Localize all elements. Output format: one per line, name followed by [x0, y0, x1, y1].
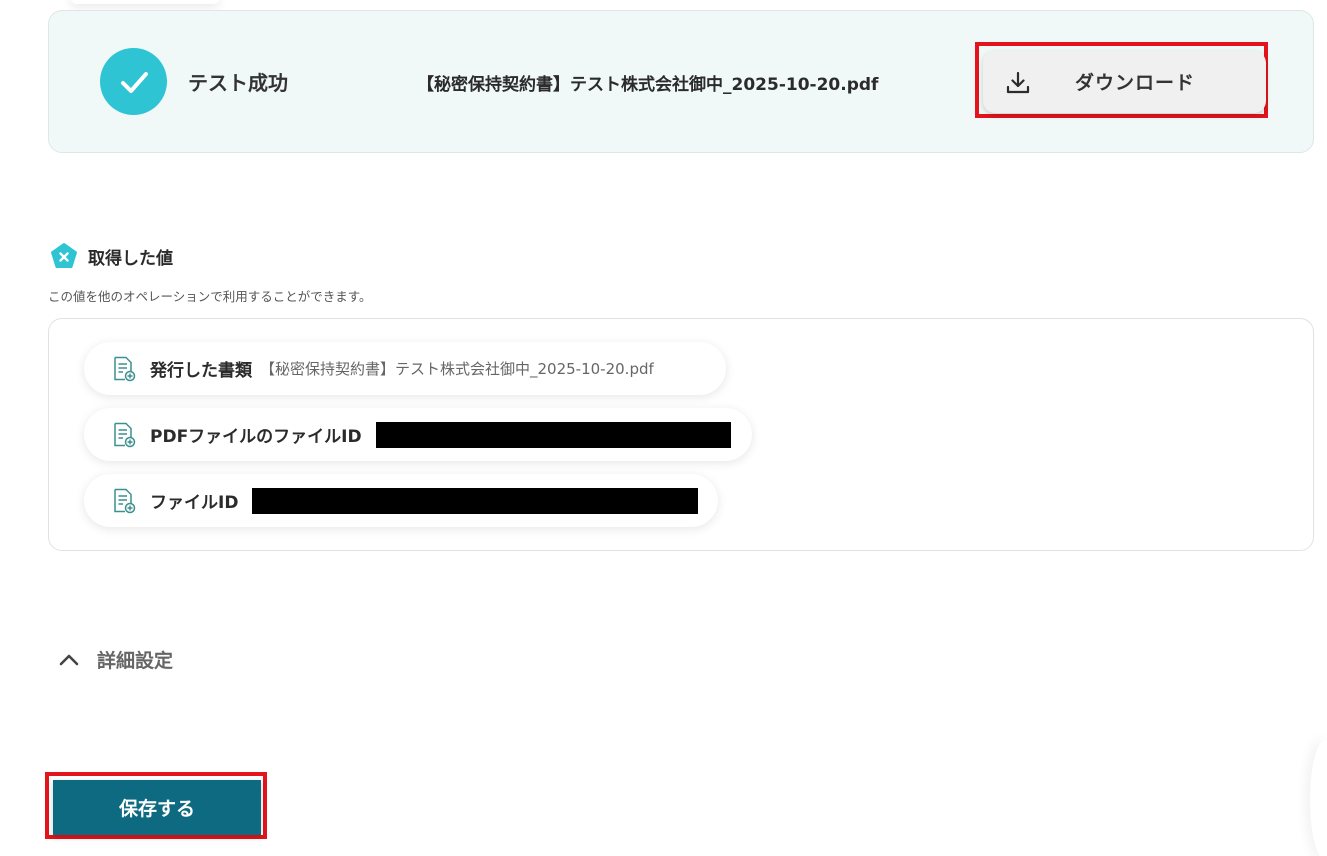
- redacted-value: [252, 487, 699, 514]
- variable-icon: [51, 243, 77, 268]
- acquired-values-heading: 取得した値: [50, 242, 173, 270]
- save-highlight: 保存する: [45, 772, 267, 839]
- result-filename: 【秘密保持契約書】テスト株式会社御中_2025-10-20.pdf: [417, 75, 879, 95]
- download-button[interactable]: ダウンロード: [983, 51, 1266, 113]
- document-icon: [114, 488, 136, 513]
- acquired-values-title: 取得した値: [88, 248, 173, 269]
- acquired-values-panel: 発行した書類 【秘密保持契約書】テスト株式会社御中_2025-10-20.pdf…: [48, 318, 1314, 551]
- value-chip-label: ファイルID: [150, 493, 239, 513]
- check-circle-icon: [100, 48, 167, 115]
- test-result-card: テスト成功 【秘密保持契約書】テスト株式会社御中_2025-10-20.pdf …: [48, 10, 1314, 153]
- download-label: ダウンロード: [1075, 72, 1196, 94]
- download-highlight: ダウンロード: [975, 42, 1268, 118]
- value-chip-label: 発行した書類: [150, 361, 252, 381]
- value-chip-pdf-file-id[interactable]: PDFファイルのファイルID: [84, 408, 752, 461]
- redacted-value: [375, 421, 731, 448]
- document-icon: [114, 356, 136, 381]
- details-label: 詳細設定: [97, 650, 174, 672]
- details-toggle[interactable]: 詳細設定: [58, 646, 173, 673]
- scroll-edge-shadow: [1310, 740, 1327, 856]
- value-chip-label: PDFファイルのファイルID: [150, 427, 362, 447]
- save-button[interactable]: 保存する: [53, 780, 261, 835]
- chevron-up-icon: [59, 654, 79, 665]
- download-icon: [1006, 71, 1030, 94]
- acquired-values-description: この値を他のオペレーションで利用することができます。: [48, 289, 372, 304]
- value-chip-file-id[interactable]: ファイルID: [84, 474, 718, 527]
- value-chip-issued-document[interactable]: 発行した書類 【秘密保持契約書】テスト株式会社御中_2025-10-20.pdf: [84, 342, 726, 395]
- value-chip-value: 【秘密保持契約書】テスト株式会社御中_2025-10-20.pdf: [260, 360, 654, 378]
- top-tab-shadow: [70, 0, 220, 4]
- document-icon: [114, 422, 136, 447]
- test-success-label: テスト成功: [188, 71, 288, 95]
